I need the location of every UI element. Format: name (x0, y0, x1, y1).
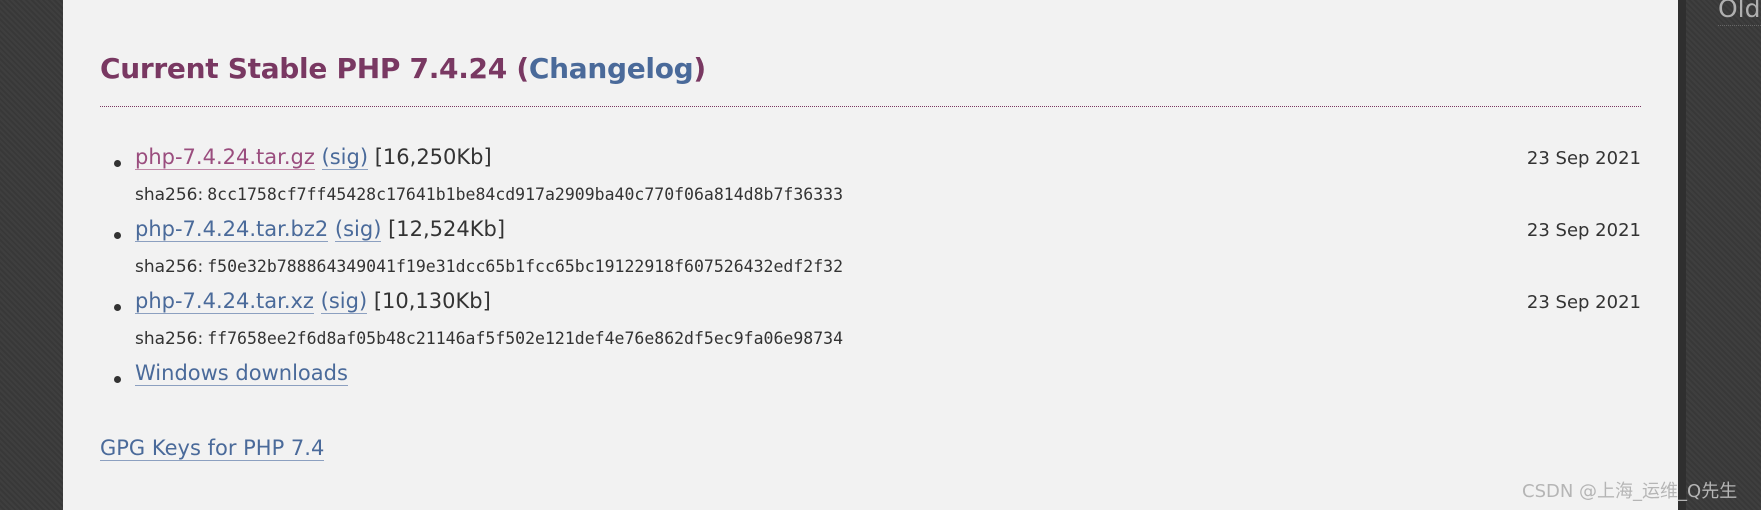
download-item-tar-bz2: php-7.4.24.tar.bz2 (sig) [12,524Kb] 23 S… (100, 214, 1641, 286)
sidebar-heading-fragment: Old (1718, 0, 1761, 23)
file-size-tar-xz: [10,130Kb] (373, 289, 491, 313)
release-heading: Current Stable PHP 7.4.24 (Changelog) (100, 52, 706, 85)
release-date-tar-xz: 23 Sep 2021 (1526, 292, 1641, 313)
sha256-checksum-tar-gz: sha256: 8cc1758cf7ff45428c17641b1be84cd91… (135, 185, 843, 205)
release-heading-text: Current Stable PHP 7.4.24 ( (100, 52, 529, 85)
list-bullet (114, 160, 121, 167)
sha256-value: f50e32b788864349041f19e31dcc65b1fcc65bc1… (207, 257, 843, 276)
download-link-tar-bz2[interactable]: php-7.4.24.tar.bz2 (135, 217, 329, 242)
signature-link-tar-bz2[interactable]: (sig) (334, 217, 382, 242)
gpg-keys-link[interactable]: GPG Keys for PHP 7.4 (100, 436, 325, 461)
file-size-tar-gz: [16,250Kb] (374, 145, 492, 169)
download-item-windows: Windows downloads (100, 358, 1641, 398)
scrollbar-strip[interactable] (1678, 0, 1686, 510)
sha256-label: sha256: (135, 185, 204, 205)
sha256-checksum-tar-xz: sha256: ff7658ee2f6d8af05b48c21146af5f502… (135, 329, 843, 349)
windows-downloads-link[interactable]: Windows downloads (135, 361, 348, 386)
list-bullet (114, 376, 121, 383)
release-date-tar-gz: 23 Sep 2021 (1526, 148, 1641, 169)
download-item-tar-xz: php-7.4.24.tar.xz (sig) [10,130Kb] 23 Se… (100, 286, 1641, 358)
list-bullet (114, 304, 121, 311)
release-heading-close: ) (693, 52, 706, 85)
signature-link-tar-xz[interactable]: (sig) (320, 289, 368, 314)
download-list: php-7.4.24.tar.gz (sig) [16,250Kb] 23 Se… (100, 142, 1641, 398)
watermark: CSDN @上海_运维_Q先生 (1522, 481, 1738, 502)
changelog-link[interactable]: Changelog (529, 52, 694, 85)
sha256-label: sha256: (135, 257, 204, 277)
sha256-value: ff7658ee2f6d8af05b48c21146af5f502e121def… (207, 329, 843, 348)
sha256-value: 8cc1758cf7ff45428c17641b1be84cd917a2909b… (207, 185, 843, 204)
signature-link-tar-gz[interactable]: (sig) (321, 145, 369, 170)
heading-divider (100, 106, 1641, 107)
file-size-tar-bz2: [12,524Kb] (388, 217, 506, 241)
download-item-tar-gz: php-7.4.24.tar.gz (sig) [16,250Kb] 23 Se… (100, 142, 1641, 214)
download-link-tar-gz[interactable]: php-7.4.24.tar.gz (135, 145, 315, 170)
sha256-label: sha256: (135, 329, 204, 349)
release-date-tar-bz2: 23 Sep 2021 (1526, 220, 1641, 241)
list-bullet (114, 232, 121, 239)
sha256-checksum-tar-bz2: sha256: f50e32b788864349041f19e31dcc65b1f… (135, 257, 843, 277)
download-link-tar-xz[interactable]: php-7.4.24.tar.xz (135, 289, 314, 314)
sidebar-divider (1718, 25, 1761, 26)
